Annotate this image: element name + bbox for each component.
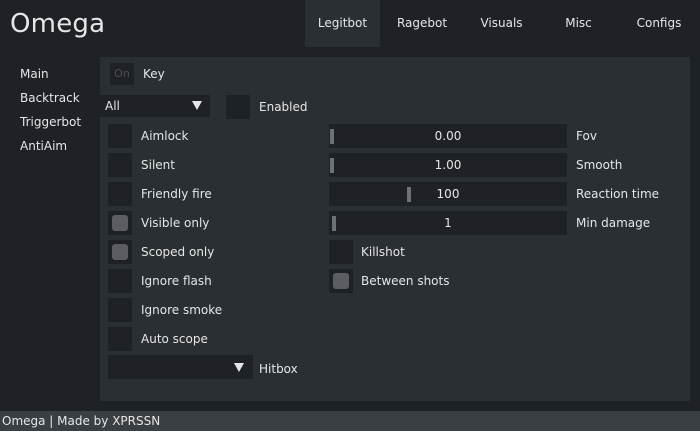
ignore-smoke-checkbox[interactable]	[108, 298, 132, 322]
visible-only-label: Visible only	[141, 216, 210, 230]
between-shots-label: Between shots	[361, 274, 450, 288]
sidebar-item-triggerbot[interactable]: Triggerbot	[20, 115, 81, 129]
scoped-only-label: Scoped only	[141, 245, 215, 259]
weapon-dropdown[interactable]: All	[100, 95, 210, 117]
weapon-dropdown-value: All	[105, 99, 120, 113]
min-damage-label: Min damage	[576, 216, 651, 230]
smooth-slider[interactable]: 1.00	[329, 153, 567, 177]
aimlock-checkbox[interactable]	[108, 124, 132, 148]
app-title: Omega	[10, 9, 106, 39]
enabled-label: Enabled	[259, 100, 308, 114]
fov-value: 0.00	[434, 129, 462, 143]
ignore-flash-label: Ignore flash	[141, 274, 212, 288]
smooth-label: Smooth	[576, 158, 623, 172]
reaction-time-slider[interactable]: 100	[329, 182, 567, 206]
min-damage-slider[interactable]: 1	[329, 211, 567, 235]
auto-scope-label: Auto scope	[141, 332, 208, 346]
hitbox-dropdown[interactable]	[108, 355, 253, 379]
key-label: Key	[143, 67, 165, 81]
tab-ragebot[interactable]: Ragebot	[380, 0, 464, 47]
scoped-only-checkbox[interactable]	[108, 240, 132, 264]
ignore-smoke-label: Ignore smoke	[141, 303, 223, 317]
header-bar: Omega Legitbot Ragebot Visuals Misc Conf…	[0, 0, 700, 47]
sidebar-item-main[interactable]: Main	[20, 67, 49, 81]
fov-label: Fov	[576, 129, 597, 143]
visible-only-checkbox[interactable]	[108, 211, 132, 235]
chevron-down-icon	[192, 101, 202, 110]
reaction-time-value: 100	[436, 187, 460, 201]
tab-misc[interactable]: Misc	[539, 0, 618, 47]
ignore-flash-checkbox[interactable]	[108, 269, 132, 293]
sidebar: Main Backtrack Triggerbot AntiAim	[0, 47, 100, 411]
fov-slider[interactable]: 0.00	[329, 124, 567, 148]
enabled-checkbox[interactable]	[226, 95, 250, 119]
silent-label: Silent	[141, 158, 175, 172]
killshot-label: Killshot	[361, 245, 405, 259]
min-damage-value: 1	[444, 216, 452, 230]
reaction-time-label: Reaction time	[576, 187, 660, 201]
hitbox-label: Hitbox	[259, 362, 298, 376]
key-toggle-button[interactable]: On	[110, 63, 134, 85]
tab-configs[interactable]: Configs	[618, 0, 700, 47]
sidebar-item-antiaim[interactable]: AntiAim	[20, 139, 67, 153]
sidebar-item-backtrack[interactable]: Backtrack	[20, 91, 80, 105]
chevron-down-icon	[234, 363, 244, 372]
between-shots-checkbox[interactable]	[329, 269, 353, 293]
footer-text: Omega | Made by XPRSSN	[2, 414, 161, 428]
friendly-fire-label: Friendly fire	[141, 187, 212, 201]
status-bar: Omega | Made by XPRSSN	[0, 411, 700, 431]
main-tabs: Legitbot Ragebot Visuals Misc Configs	[305, 0, 700, 47]
auto-scope-checkbox[interactable]	[108, 327, 132, 351]
tab-visuals[interactable]: Visuals	[464, 0, 539, 47]
smooth-value: 1.00	[434, 158, 462, 172]
aimlock-label: Aimlock	[141, 129, 189, 143]
tab-legitbot[interactable]: Legitbot	[305, 0, 380, 47]
friendly-fire-checkbox[interactable]	[108, 182, 132, 206]
killshot-checkbox[interactable]	[329, 240, 353, 264]
silent-checkbox[interactable]	[108, 153, 132, 177]
